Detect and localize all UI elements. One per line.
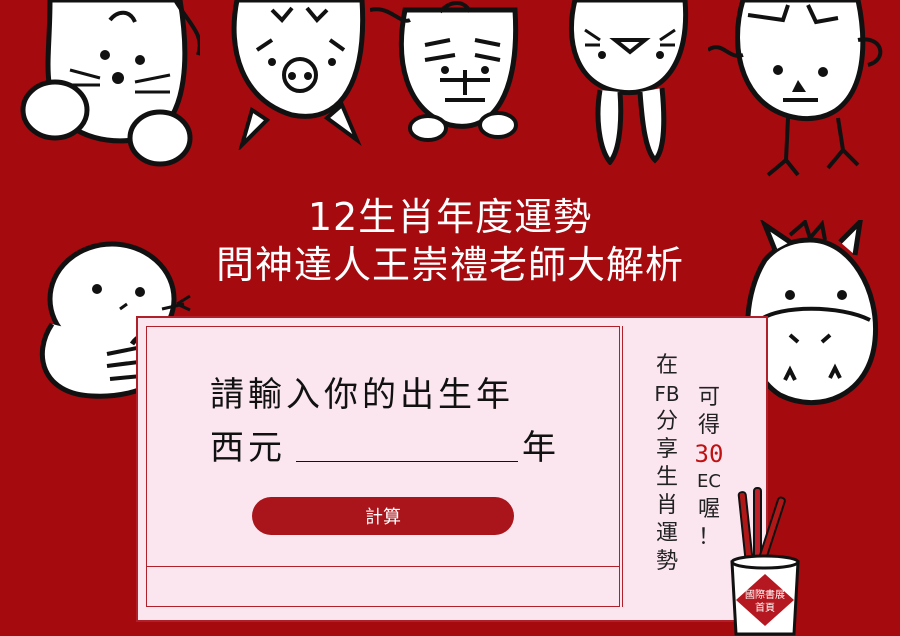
side-note-char: 肖 (655, 493, 678, 518)
divider (622, 326, 623, 607)
year-prefix-label: 西元 (210, 428, 286, 468)
side-note-char: ！ (697, 525, 720, 550)
divider (146, 566, 620, 567)
rat-icon (20, 0, 200, 167)
calculate-button[interactable]: 計算 (252, 497, 514, 535)
homepage-link-line2: 首頁 (755, 601, 775, 614)
side-note-char: 可 (697, 385, 720, 410)
homepage-link-line1: 國際書展 (745, 588, 785, 601)
side-note-char: 得 (697, 413, 720, 438)
side-note-char: 運 (655, 521, 678, 546)
side-note-char: 喔 (697, 497, 720, 522)
side-note-char: 在 (655, 353, 678, 378)
tiger-icon (370, 1, 519, 142)
rooster-icon (708, 0, 883, 177)
side-note-char: 享 (655, 437, 678, 462)
homepage-link[interactable]: 國際書展 首頁 (736, 574, 794, 626)
page-subtitle: 問神達人王崇禮老師大解析 (215, 243, 684, 287)
rabbit-icon (568, 0, 689, 165)
side-note-column-2: 可 得 30 EC 喔 ！ (694, 384, 724, 552)
side-note-char: 生 (655, 465, 678, 490)
side-note-char: FB (654, 382, 680, 406)
side-note-column-1: 在 FB 分 享 生 肖 運 勢 (652, 352, 682, 576)
side-note-char: 勢 (655, 549, 678, 574)
birth-year-input[interactable] (296, 424, 518, 462)
reward-amount: 30 (694, 440, 724, 468)
ox-icon (231, 0, 366, 150)
diamond-seal-icon: 國際書展 首頁 (736, 574, 794, 626)
year-suffix-label: 年 (522, 428, 556, 468)
birth-year-prompt: 請輸入你的出生年 (210, 375, 514, 415)
page-title: 12生肖年度運勢 (307, 195, 593, 239)
zodiac-fortune-page: 12生肖年度運勢 問神達人王崇禮老師大解析 請輸入你的出生年 西元 年 計算 在… (0, 0, 900, 636)
side-note-char: EC (697, 471, 721, 492)
side-note-char: 分 (655, 409, 678, 434)
